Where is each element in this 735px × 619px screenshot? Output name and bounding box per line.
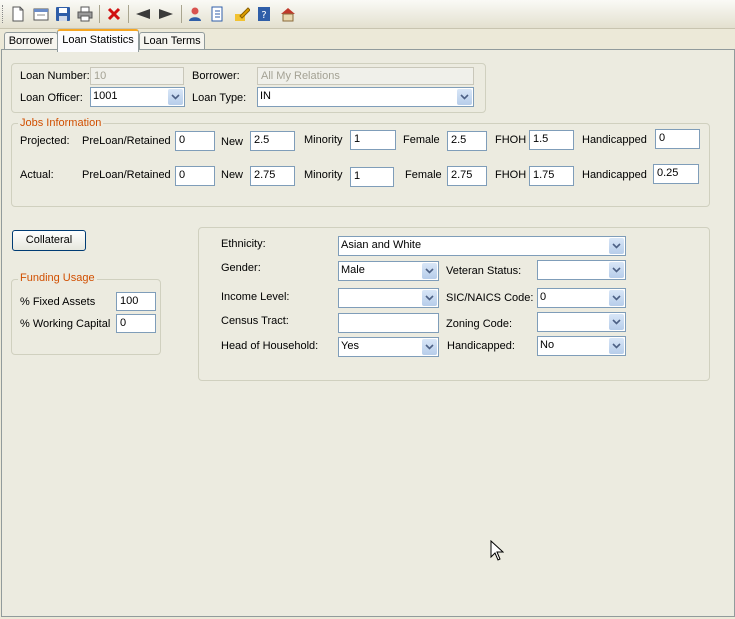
chevron-down-icon[interactable] bbox=[457, 89, 472, 105]
tab-loan-statistics[interactable]: Loan Statistics bbox=[57, 29, 139, 52]
print-icon[interactable] bbox=[76, 5, 94, 23]
loan-type-label: Loan Type: bbox=[192, 92, 247, 104]
chevron-down-icon[interactable] bbox=[168, 89, 183, 105]
borrower-label: Borrower: bbox=[192, 70, 240, 82]
ethnicity-select[interactable]: Asian and White bbox=[338, 236, 626, 256]
projected-new-field[interactable]: 2.5 bbox=[250, 131, 295, 151]
actual-fhoh-field[interactable]: 1.75 bbox=[529, 166, 574, 186]
actual-preloan-label: PreLoan/Retained bbox=[82, 169, 171, 181]
projected-new-label: New bbox=[221, 136, 244, 148]
veteran-status-label: Veteran Status: bbox=[446, 265, 522, 277]
funding-usage-legend: Funding Usage bbox=[18, 272, 97, 284]
head-of-household-value: Yes bbox=[341, 340, 359, 352]
toolbar-grip[interactable] bbox=[2, 5, 6, 23]
veteran-status-select[interactable] bbox=[537, 260, 626, 280]
tab-loan-terms[interactable]: Loan Terms bbox=[139, 32, 205, 50]
actual-handicapped-field[interactable]: 0.25 bbox=[653, 164, 699, 184]
actual-label: Actual: bbox=[20, 169, 54, 181]
projected-preloan-label: PreLoan/Retained bbox=[82, 135, 171, 147]
svg-text:?: ? bbox=[261, 10, 266, 21]
sic-naics-value: 0 bbox=[540, 291, 547, 303]
projected-female-label: Female bbox=[403, 134, 440, 146]
head-of-household-select[interactable]: Yes bbox=[338, 337, 439, 357]
gender-value: Male bbox=[341, 264, 365, 276]
mouse-cursor-icon bbox=[490, 539, 505, 564]
edit-icon[interactable] bbox=[233, 5, 251, 23]
projected-minority-label: Minority bbox=[304, 134, 343, 146]
gender-select[interactable]: Male bbox=[338, 261, 439, 281]
handicapped-value: No bbox=[540, 339, 555, 351]
chevron-down-icon[interactable] bbox=[609, 262, 624, 278]
working-capital-field[interactable]: 0 bbox=[116, 314, 156, 333]
census-tract-field[interactable] bbox=[338, 313, 439, 333]
fixed-assets-label: % Fixed Assets bbox=[20, 296, 96, 308]
open-icon[interactable] bbox=[32, 5, 50, 23]
projected-minority-field[interactable]: 1 bbox=[350, 130, 396, 150]
chevron-down-icon[interactable] bbox=[609, 338, 624, 354]
collateral-button[interactable]: Collateral bbox=[12, 230, 86, 251]
chevron-down-icon[interactable] bbox=[422, 339, 437, 355]
loan-type-value: IN bbox=[260, 90, 271, 102]
previous-icon[interactable] bbox=[134, 5, 152, 23]
next-icon[interactable] bbox=[157, 5, 175, 23]
loan-type-select[interactable]: IN bbox=[257, 87, 474, 107]
actual-female-label: Female bbox=[405, 169, 442, 181]
new-document-icon[interactable] bbox=[9, 5, 27, 23]
toolbar: ? bbox=[0, 0, 735, 29]
chevron-down-icon[interactable] bbox=[609, 290, 624, 306]
projected-female-field[interactable]: 2.5 bbox=[447, 131, 487, 151]
chevron-down-icon[interactable] bbox=[609, 238, 624, 254]
toolbar-separator bbox=[128, 5, 129, 23]
save-icon[interactable] bbox=[54, 5, 72, 23]
working-capital-label: % Working Capital bbox=[20, 318, 111, 330]
loan-officer-select[interactable]: 1001 bbox=[90, 87, 185, 107]
projected-fhoh-label: FHOH bbox=[495, 134, 527, 146]
actual-minority-label: Minority bbox=[304, 169, 343, 181]
loan-officer-value: 1001 bbox=[93, 90, 118, 102]
projected-handicapped-label: Handicapped bbox=[582, 134, 647, 146]
actual-female-field[interactable]: 2.75 bbox=[447, 166, 487, 186]
handicapped-label: Handicapped: bbox=[447, 340, 515, 352]
gender-label: Gender: bbox=[221, 262, 261, 274]
actual-minority-field[interactable]: 1 bbox=[350, 167, 394, 187]
toolbar-separator bbox=[99, 5, 100, 23]
projected-preloan-field[interactable]: 0 bbox=[175, 131, 215, 151]
sic-naics-label: SIC/NAICS Code: bbox=[446, 292, 534, 304]
actual-new-label: New bbox=[221, 169, 244, 181]
projected-handicapped-field[interactable]: 0 bbox=[655, 129, 700, 149]
loan-number-field[interactable]: 10 bbox=[90, 67, 184, 85]
delete-icon[interactable] bbox=[105, 5, 123, 23]
ethnicity-value: Asian and White bbox=[341, 239, 422, 251]
fixed-assets-field[interactable]: 100 bbox=[116, 292, 156, 311]
chevron-down-icon[interactable] bbox=[609, 314, 624, 330]
chevron-down-icon[interactable] bbox=[422, 263, 437, 279]
chevron-down-icon[interactable] bbox=[422, 290, 437, 306]
handicapped-select[interactable]: No bbox=[537, 336, 626, 356]
head-of-household-label: Head of Household: bbox=[221, 340, 319, 352]
actual-preloan-field[interactable]: 0 bbox=[175, 166, 215, 186]
actual-handicapped-label: Handicapped bbox=[582, 169, 647, 181]
report-icon[interactable] bbox=[209, 5, 227, 23]
zoning-code-select[interactable] bbox=[537, 312, 626, 332]
projected-fhoh-field[interactable]: 1.5 bbox=[529, 130, 574, 150]
home-icon[interactable] bbox=[279, 5, 297, 23]
tab-borrower[interactable]: Borrower bbox=[4, 32, 58, 50]
actual-new-field[interactable]: 2.75 bbox=[250, 166, 295, 186]
ethnicity-label: Ethnicity: bbox=[221, 238, 266, 250]
loan-number-label: Loan Number: bbox=[20, 70, 90, 82]
borrower-field[interactable]: All My Relations bbox=[257, 67, 474, 85]
census-tract-label: Census Tract: bbox=[221, 315, 289, 327]
toolbar-separator bbox=[181, 5, 182, 23]
jobs-information-legend: Jobs Information bbox=[18, 117, 104, 129]
zoning-code-label: Zoning Code: bbox=[446, 318, 513, 330]
help-icon[interactable]: ? bbox=[255, 5, 273, 23]
income-level-label: Income Level: bbox=[221, 291, 290, 303]
sic-naics-select[interactable]: 0 bbox=[537, 288, 626, 308]
user-icon[interactable] bbox=[186, 5, 204, 23]
loan-officer-label: Loan Officer: bbox=[20, 92, 83, 104]
income-level-select[interactable] bbox=[338, 288, 439, 308]
actual-fhoh-label: FHOH bbox=[495, 169, 527, 181]
projected-label: Projected: bbox=[20, 135, 70, 147]
